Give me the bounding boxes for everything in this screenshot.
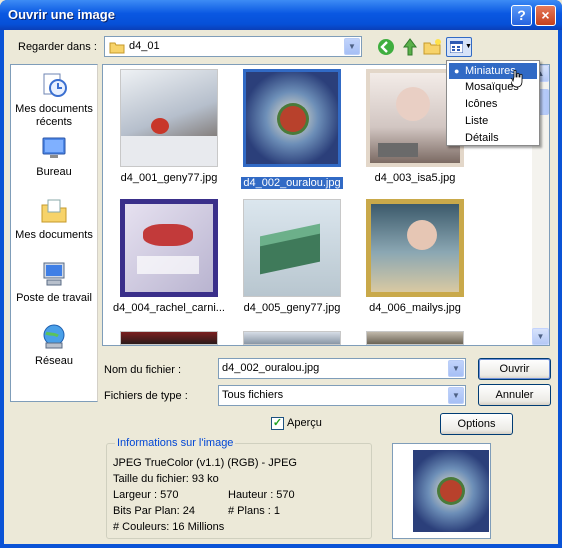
- file-name: d4_006_mailys.jpg: [369, 302, 461, 314]
- chevron-down-icon[interactable]: ▼: [448, 360, 464, 377]
- mouse-cursor-icon: [511, 69, 523, 88]
- filetype-select[interactable]: Tous fichiers ▼: [218, 385, 466, 406]
- preview-image: [413, 450, 489, 532]
- info-colors: # Couleurs: 16 Millions: [113, 521, 225, 533]
- view-dropdown-arrow-icon: ▼: [465, 43, 472, 50]
- help-button[interactable]: ?: [511, 5, 532, 26]
- file-item[interactable]: d4_005_geny77.jpg: [231, 199, 353, 314]
- place-my-documents[interactable]: Mes documents: [11, 197, 97, 242]
- file-thumbnail: [366, 199, 464, 297]
- file-name: d4_001_geny77.jpg: [120, 172, 218, 184]
- dialog-window: Ouvrir une image ? × Regarder dans : d4_…: [0, 0, 562, 548]
- window-title: Ouvrir une image: [8, 7, 115, 22]
- info-file-size: Taille du fichier: 93 ko: [113, 473, 219, 485]
- open-button[interactable]: Ouvrir: [478, 358, 551, 380]
- file-name: d4_003_isa5.jpg: [374, 172, 456, 184]
- filetype-value: Tous fichiers: [222, 389, 284, 401]
- filename-value: d4_002_ouralou.jpg: [222, 362, 320, 374]
- info-width: Largeur : 570: [113, 489, 179, 501]
- place-label: Poste de travail: [16, 292, 92, 304]
- chevron-down-icon[interactable]: ▼: [344, 38, 360, 55]
- menu-item-label: Liste: [465, 115, 489, 127]
- preview-checkbox-label: Aperçu: [287, 417, 322, 429]
- back-icon[interactable]: [377, 38, 395, 56]
- place-label: Réseau: [35, 355, 73, 367]
- info-height: Hauteur : 570: [228, 489, 295, 501]
- view-grid-icon: [450, 41, 463, 53]
- image-info-group: Informations sur l'image JPEG TrueColor …: [106, 437, 372, 539]
- my-computer-icon: [40, 260, 68, 288]
- up-folder-icon[interactable]: [400, 37, 418, 57]
- places-bar: Mes documents récents Bureau Mes documen…: [10, 64, 98, 402]
- place-my-computer[interactable]: Poste de travail: [11, 260, 97, 305]
- desktop-icon: [40, 134, 68, 162]
- view-menu: ● Miniatures Mosaïques Icônes Liste Déta…: [446, 60, 540, 146]
- file-thumbnail: [120, 69, 218, 167]
- recent-documents-icon: [40, 71, 68, 99]
- file-thumbnail: [120, 199, 218, 297]
- file-item[interactable]: d4_001_geny77.jpg: [108, 69, 230, 184]
- file-thumbnail: [243, 199, 341, 297]
- cancel-button[interactable]: Annuler: [478, 384, 551, 406]
- view-menu-button[interactable]: ▼: [446, 37, 472, 57]
- filename-input[interactable]: d4_002_ouralou.jpg ▼: [218, 358, 466, 379]
- image-info-title: Informations sur l'image: [115, 437, 236, 449]
- place-label: Mes documents récents: [15, 103, 93, 128]
- info-bits: Bits Par Plan: 24: [113, 505, 195, 517]
- menu-item-label: Icônes: [465, 98, 498, 110]
- file-thumbnail: [243, 69, 341, 167]
- look-in-value: d4_01: [129, 40, 160, 52]
- folder-icon: [109, 42, 125, 54]
- my-documents-icon: [40, 197, 68, 225]
- chevron-down-icon[interactable]: ▼: [448, 387, 464, 404]
- menu-item-label: Détails: [465, 132, 499, 144]
- title-bar[interactable]: Ouvrir une image ? ×: [0, 0, 562, 30]
- look-in-label: Regarder dans :: [18, 41, 97, 53]
- scroll-down-icon[interactable]: ▼: [532, 328, 549, 345]
- menu-item-label: Miniatures: [465, 65, 516, 77]
- file-item[interactable]: d4_006_mailys.jpg: [354, 199, 476, 314]
- image-preview: [392, 443, 491, 539]
- file-item-partial[interactable]: [366, 331, 464, 345]
- file-item[interactable]: d4_004_rachel_carni...: [108, 199, 230, 314]
- place-label: Mes documents: [15, 229, 93, 241]
- look-in-combo[interactable]: d4_01 ▼: [104, 36, 362, 57]
- network-icon: [40, 323, 68, 351]
- menu-item-liste[interactable]: Liste: [449, 113, 537, 129]
- close-button[interactable]: ×: [535, 5, 556, 26]
- menu-item-icones[interactable]: Icônes: [449, 96, 537, 112]
- info-format: JPEG TrueColor (v1.1) (RGB) - JPEG: [113, 457, 297, 469]
- info-planes: # Plans : 1: [228, 505, 280, 517]
- place-label: Bureau: [36, 166, 72, 178]
- options-button[interactable]: Options: [440, 413, 513, 435]
- filename-label: Nom du fichier :: [104, 364, 182, 376]
- file-item-selected[interactable]: d4_002_ouralou.jpg: [231, 69, 353, 192]
- radio-bullet-icon: ●: [454, 66, 460, 76]
- filetype-label: Fichiers de type :: [104, 390, 188, 402]
- menu-item-details[interactable]: Détails: [449, 130, 537, 146]
- file-name: d4_004_rachel_carni...: [113, 302, 225, 314]
- preview-checkbox[interactable]: ✓: [271, 417, 284, 430]
- dialog-body: Regarder dans : d4_01 ▼ ▼ Mes documents …: [4, 30, 558, 544]
- place-recent-documents[interactable]: Mes documents récents: [11, 71, 97, 129]
- place-network[interactable]: Réseau: [11, 323, 97, 368]
- new-folder-icon[interactable]: [423, 38, 443, 56]
- place-desktop[interactable]: Bureau: [11, 134, 97, 179]
- file-name: d4_005_geny77.jpg: [243, 302, 341, 314]
- file-item-partial[interactable]: [243, 331, 341, 345]
- file-name: d4_002_ouralou.jpg: [241, 177, 343, 189]
- file-item-partial[interactable]: [120, 331, 218, 345]
